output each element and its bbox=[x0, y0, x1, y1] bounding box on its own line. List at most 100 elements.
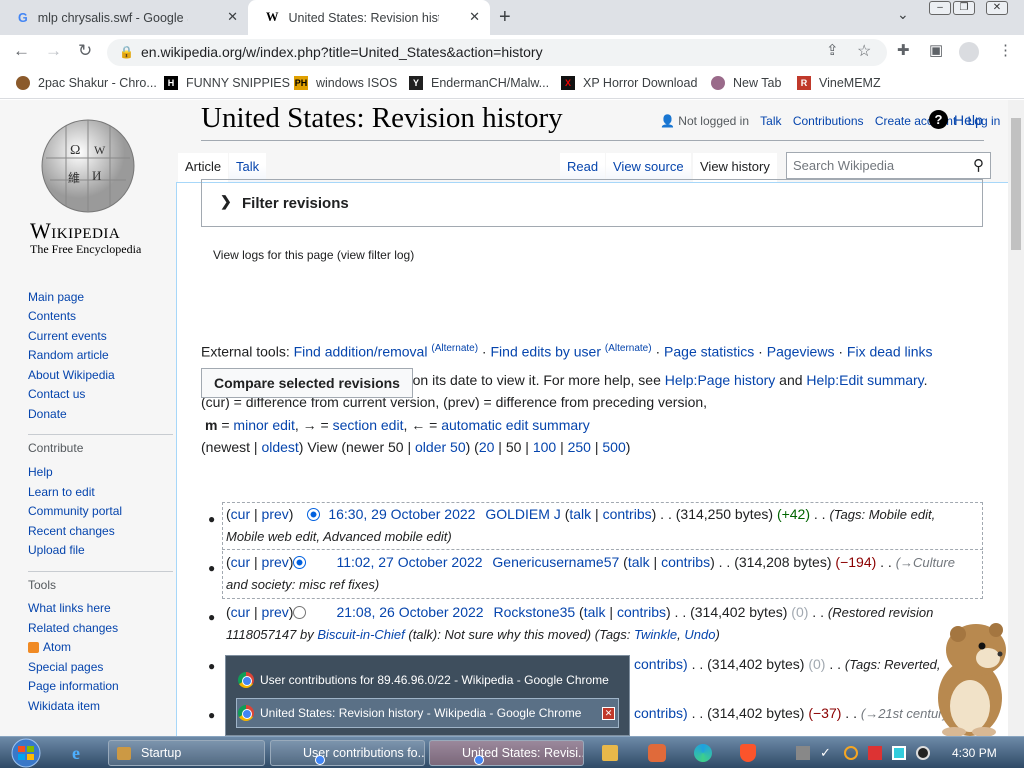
brave-icon[interactable] bbox=[740, 744, 756, 762]
sidebar-item-help[interactable]: Help bbox=[28, 465, 53, 479]
start-button-icon[interactable] bbox=[2, 737, 46, 768]
bookmark-item[interactable]: 2pac Shakur - Chro... bbox=[16, 76, 157, 90]
sidebar-item-page-information[interactable]: Page information bbox=[28, 679, 119, 693]
share-icon[interactable]: ⇪ bbox=[826, 41, 839, 59]
cur-link[interactable]: cur bbox=[231, 604, 250, 620]
sidebar-item-upload-file[interactable]: Upload file bbox=[28, 543, 85, 557]
prev-link[interactable]: prev bbox=[262, 604, 289, 620]
reload-icon[interactable]: ↻ bbox=[78, 41, 92, 61]
sidebar-item-donate[interactable]: Donate bbox=[28, 407, 67, 421]
side-panel-icon[interactable]: ▣ bbox=[929, 41, 943, 59]
user-talk-link[interactable]: talk bbox=[628, 554, 650, 570]
new-tab-icon[interactable]: + bbox=[499, 6, 511, 29]
alternate-link[interactable]: (Alternate) bbox=[431, 343, 478, 354]
address-bar[interactable]: 🔒 en.wikipedia.org/w/index.php?title=Uni… bbox=[107, 39, 887, 66]
tray-app-icon[interactable] bbox=[796, 746, 810, 760]
pinned-app-icon[interactable] bbox=[648, 744, 666, 762]
sidebar-item-related-changes[interactable]: Related changes bbox=[28, 621, 118, 635]
personal-talk-link[interactable]: Talk bbox=[760, 114, 781, 128]
restored-user-link[interactable]: Biscuit-in-Chief bbox=[317, 627, 404, 642]
tray-search-icon[interactable] bbox=[844, 746, 858, 760]
media-player-icon[interactable] bbox=[602, 745, 618, 761]
close-window-icon[interactable]: ✕ bbox=[602, 707, 615, 720]
sidebar-item-recent-changes[interactable]: Recent changes bbox=[28, 524, 115, 538]
tag-twinkle-link[interactable]: Twinkle bbox=[634, 627, 677, 642]
revision-radio[interactable] bbox=[293, 556, 307, 569]
revision-user-link[interactable]: GOLDIEM J bbox=[485, 506, 560, 522]
forward-icon[interactable]: → bbox=[45, 41, 62, 61]
help-page-history-link[interactable]: Help:Page history bbox=[665, 372, 776, 388]
taskbar-button-revision-history[interactable]: United States: Revisi... bbox=[429, 740, 584, 766]
limit-20-link[interactable]: 20 bbox=[479, 439, 495, 455]
sidebar-item-current-events[interactable]: Current events bbox=[28, 329, 107, 343]
limit-500-link[interactable]: 500 bbox=[602, 439, 625, 455]
revision-radio[interactable] bbox=[307, 508, 321, 521]
tray-flag-icon[interactable] bbox=[868, 746, 882, 760]
limit-250-link[interactable]: 250 bbox=[568, 439, 591, 455]
tab-search-chevron-icon[interactable]: ⌄ bbox=[897, 6, 909, 23]
window-item-revision-history[interactable]: United States: Revision history - Wikipe… bbox=[238, 705, 581, 721]
sidebar-item-contact[interactable]: Contact us bbox=[28, 387, 85, 401]
close-window-icon[interactable]: ✕ bbox=[986, 1, 1008, 15]
user-contribs-link[interactable]: contribs bbox=[661, 554, 710, 570]
search-input[interactable]: Search Wikipedia ⚲ bbox=[786, 152, 991, 179]
sidebar-item-contents[interactable]: Contents bbox=[28, 309, 76, 323]
revision-date-link[interactable]: 16:30, 29 October 2022 bbox=[328, 506, 475, 522]
taskbar-button-user-contributions[interactable]: User contributions fo... bbox=[270, 740, 425, 766]
scrollbar-thumb[interactable] bbox=[1011, 118, 1021, 250]
bookmark-item[interactable]: X XP Horror Download bbox=[561, 76, 697, 90]
bookmark-item[interactable]: PH windows ISOS bbox=[294, 76, 397, 90]
menu-kebab-icon[interactable]: ⋮ bbox=[998, 41, 1013, 59]
internet-explorer-icon[interactable]: e bbox=[72, 743, 80, 764]
cur-link[interactable]: cur bbox=[231, 506, 250, 522]
restore-icon[interactable]: ❐ bbox=[953, 1, 975, 15]
bookmark-item[interactable]: R VineMEMZ bbox=[797, 76, 881, 90]
user-contribs-link[interactable]: contribs bbox=[617, 604, 666, 620]
tag-undo-link[interactable]: Undo bbox=[684, 627, 715, 642]
tray-disc-icon[interactable] bbox=[916, 746, 930, 760]
sidebar-item-main-page[interactable]: Main page bbox=[28, 290, 84, 304]
sidebar-item-what-links-here[interactable]: What links here bbox=[28, 601, 111, 615]
tab-wikipedia-history[interactable]: W United States: Revision history - Wiki… bbox=[248, 0, 490, 35]
prev-link[interactable]: prev bbox=[262, 554, 289, 570]
bookmark-item[interactable]: Y EndermanCH/Malw... bbox=[409, 76, 549, 90]
back-icon[interactable]: ← bbox=[13, 41, 30, 61]
bookmark-item[interactable]: New Tab bbox=[711, 76, 781, 90]
minor-edit-link[interactable]: minor edit bbox=[233, 417, 294, 433]
compare-selected-revisions-button[interactable]: Compare selected revisions bbox=[201, 368, 413, 398]
user-talk-link[interactable]: talk bbox=[569, 506, 591, 522]
search-icon[interactable]: ⚲ bbox=[973, 156, 984, 174]
wikipedia-wordmark[interactable]: Wikipedia bbox=[30, 218, 120, 244]
sidebar-item-wikidata-item[interactable]: Wikidata item bbox=[28, 699, 100, 713]
fix-dead-links-link[interactable]: Fix dead links bbox=[847, 344, 933, 360]
filter-revisions-toggle[interactable]: ❯ Filter revisions bbox=[201, 179, 983, 227]
bookmark-star-icon[interactable]: ☆ bbox=[857, 41, 871, 61]
close-tab-icon[interactable]: ✕ bbox=[227, 9, 238, 25]
prev-link[interactable]: prev bbox=[262, 506, 289, 522]
sidebar-item-random-article[interactable]: Random article bbox=[28, 348, 109, 362]
tray-monitor-icon[interactable] bbox=[892, 746, 906, 760]
alternate-link[interactable]: (Alternate) bbox=[605, 343, 652, 354]
hamster-desktop-pet[interactable] bbox=[918, 610, 1018, 740]
revision-date-link[interactable]: 11:02, 27 October 2022 bbox=[336, 554, 482, 570]
user-contribs-link[interactable]: contribs) bbox=[634, 656, 688, 672]
help-link[interactable]: ? Help bbox=[929, 110, 983, 129]
profile-avatar[interactable] bbox=[959, 42, 979, 62]
wikipedia-globe-logo[interactable]: Ω W И 維 bbox=[36, 118, 140, 214]
sidebar-item-atom[interactable]: Atom bbox=[28, 640, 71, 654]
window-item-user-contributions[interactable]: User contributions for 89.46.96.0/22 - W… bbox=[238, 672, 609, 688]
tray-check-icon[interactable]: ✓ bbox=[820, 746, 834, 760]
help-edit-summary-link[interactable]: Help:Edit summary bbox=[806, 372, 923, 388]
taskbar-button-startup[interactable]: Startup bbox=[108, 740, 265, 766]
sidebar-item-learn-to-edit[interactable]: Learn to edit bbox=[28, 485, 95, 499]
find-edits-by-user-link[interactable]: Find edits by user bbox=[491, 344, 602, 360]
sidebar-item-community-portal[interactable]: Community portal bbox=[28, 504, 122, 518]
close-tab-icon[interactable]: ✕ bbox=[469, 9, 480, 25]
find-addition-link[interactable]: Find addition/removal bbox=[294, 344, 428, 360]
personal-contributions-link[interactable]: Contributions bbox=[793, 114, 864, 128]
tab-google-search[interactable]: G mlp chrysalis.swf - Google Search ✕ bbox=[0, 0, 248, 35]
section-edit-link[interactable]: section edit bbox=[333, 417, 404, 433]
revision-radio[interactable] bbox=[293, 606, 307, 619]
limit-100-link[interactable]: 100 bbox=[533, 439, 556, 455]
user-talk-link[interactable]: talk bbox=[584, 604, 606, 620]
